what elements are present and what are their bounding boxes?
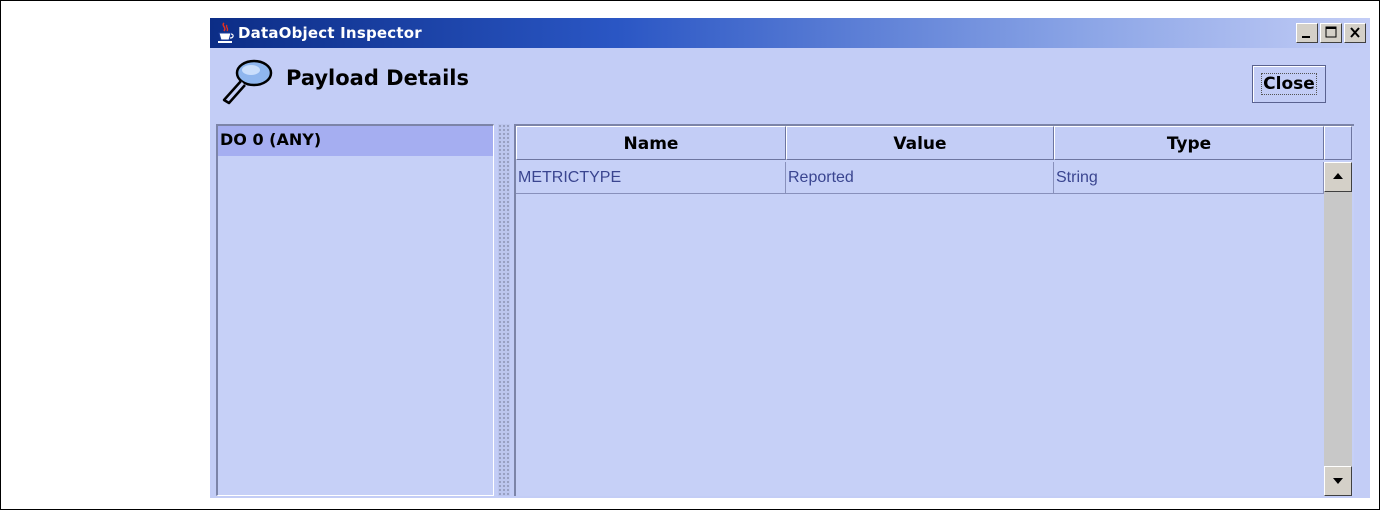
cell-name[interactable]: METRICTYPE [516,162,786,194]
vertical-scrollbar[interactable] [1324,162,1352,496]
column-header-value[interactable]: Value [786,126,1054,160]
close-button-label: Close [1261,73,1317,95]
scroll-track[interactable] [1324,192,1352,466]
payload-header: Payload Details Close [210,48,1370,120]
close-icon [1350,27,1360,38]
minimize-button[interactable] [1296,23,1318,43]
minimize-icon [1302,36,1310,38]
table-row[interactable]: METRICTYPE Reported String [516,162,1324,194]
java-cup-icon [218,22,234,43]
maximize-button[interactable] [1320,23,1342,43]
column-header-corner [1324,126,1352,160]
magnifier-icon [222,59,273,105]
title-bar[interactable]: DataObject Inspector [210,18,1370,48]
close-window-button[interactable] [1344,23,1366,43]
table-header: Name Value Type [516,126,1352,160]
tree-item-do-0[interactable]: DO 0 (ANY) [218,126,493,156]
cell-value[interactable]: Reported [786,162,1054,194]
window-controls [1296,23,1366,43]
arrow-down-icon [1333,478,1343,484]
page-title: Payload Details [286,66,469,90]
maximize-icon [1325,26,1337,38]
window-title: DataObject Inspector [238,24,422,42]
cell-type[interactable]: String [1054,162,1324,194]
scroll-down-button[interactable] [1324,466,1352,496]
split-pane-divider[interactable] [498,124,510,496]
arrow-up-icon [1333,173,1343,179]
inspector-window: DataObject Inspector Payload Details Clo… [210,18,1370,498]
close-button[interactable]: Close [1252,65,1326,103]
properties-table: Name Value Type METRICTYPE Reported Stri… [514,124,1354,496]
dataobject-tree: DO 0 (ANY) [216,124,494,496]
scroll-up-button[interactable] [1324,162,1352,192]
column-header-type[interactable]: Type [1054,126,1324,160]
column-header-name[interactable]: Name [516,126,786,160]
